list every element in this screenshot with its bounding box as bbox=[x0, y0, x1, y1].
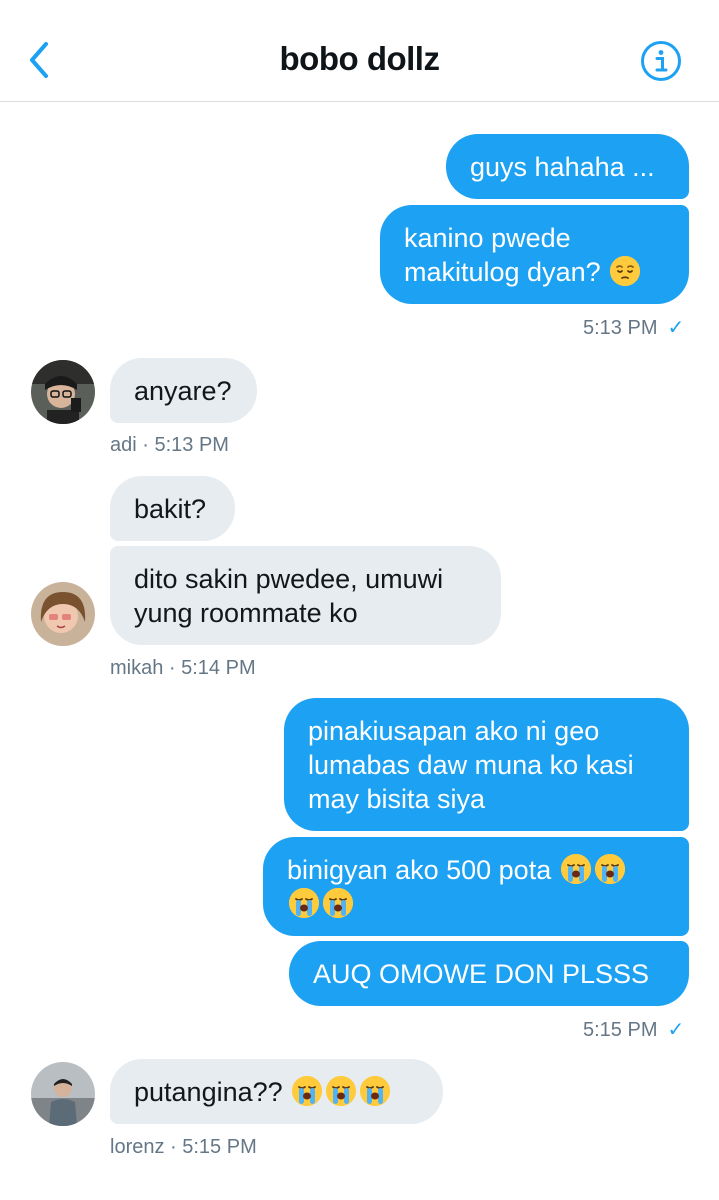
conversation-title: bobo dollz bbox=[279, 40, 440, 77]
outgoing-message[interactable]: binigyan ako 500 pota bbox=[263, 837, 689, 936]
message-text: AUQ OMOWE DON PLSSS bbox=[313, 958, 650, 989]
info-circle-icon bbox=[641, 41, 681, 81]
message-text: binigyan ako 500 pota bbox=[287, 853, 627, 921]
message-timestamp: 5:15 PM ✓ bbox=[583, 1019, 685, 1041]
loudly-crying-face-emoji bbox=[292, 1075, 323, 1106]
incoming-message[interactable]: putangina?? bbox=[110, 1059, 443, 1124]
loudly-crying-face-emoji bbox=[594, 853, 625, 884]
message-text: pinakiusapan ako ni geo lumabas daw muna… bbox=[308, 715, 634, 814]
loudly-crying-face-emoji bbox=[323, 887, 353, 918]
conversation-header: bobo dollz bbox=[0, 0, 719, 102]
info-button[interactable] bbox=[640, 40, 682, 82]
message-timestamp: 5:13 PM ✓ bbox=[583, 317, 685, 339]
message-text: guys hahaha ... bbox=[470, 151, 655, 182]
message-sender-timestamp: lorenz · 5:15 PM bbox=[110, 1136, 257, 1158]
loudly-crying-face-emoji bbox=[289, 887, 319, 918]
incoming-message[interactable]: bakit? bbox=[110, 476, 235, 541]
incoming-message[interactable]: anyare? bbox=[110, 358, 257, 423]
message-sender-timestamp: adi · 5:13 PM bbox=[110, 434, 229, 456]
pensive-face-emoji bbox=[610, 255, 641, 286]
checkmark-icon: ✓ bbox=[667, 317, 685, 339]
outgoing-message[interactable]: guys hahaha ... bbox=[446, 134, 689, 199]
message-text: putangina?? bbox=[134, 1075, 392, 1109]
message-text: dito sakin pwedee, umuwi yung roommate k… bbox=[134, 563, 444, 628]
avatar-mikah[interactable] bbox=[31, 582, 95, 646]
message-text: anyare? bbox=[134, 375, 232, 406]
message-sender-timestamp: mikah · 5:14 PM bbox=[110, 657, 256, 679]
outgoing-message[interactable]: pinakiusapan ako ni geo lumabas daw muna… bbox=[284, 698, 689, 831]
message-text: bakit? bbox=[134, 493, 207, 524]
checkmark-icon: ✓ bbox=[667, 1019, 685, 1041]
incoming-message[interactable]: dito sakin pwedee, umuwi yung roommate k… bbox=[110, 546, 501, 645]
message-text: kanino pwede makitulog dyan? bbox=[404, 221, 642, 289]
outgoing-message[interactable]: kanino pwede makitulog dyan? bbox=[380, 205, 689, 304]
loudly-crying-face-emoji bbox=[560, 853, 591, 884]
avatar-lorenz[interactable] bbox=[31, 1062, 95, 1126]
loudly-crying-face-emoji bbox=[360, 1075, 391, 1106]
loudly-crying-face-emoji bbox=[326, 1075, 357, 1106]
outgoing-message[interactable]: AUQ OMOWE DON PLSSS bbox=[289, 941, 689, 1006]
avatar-adi[interactable] bbox=[31, 360, 95, 424]
